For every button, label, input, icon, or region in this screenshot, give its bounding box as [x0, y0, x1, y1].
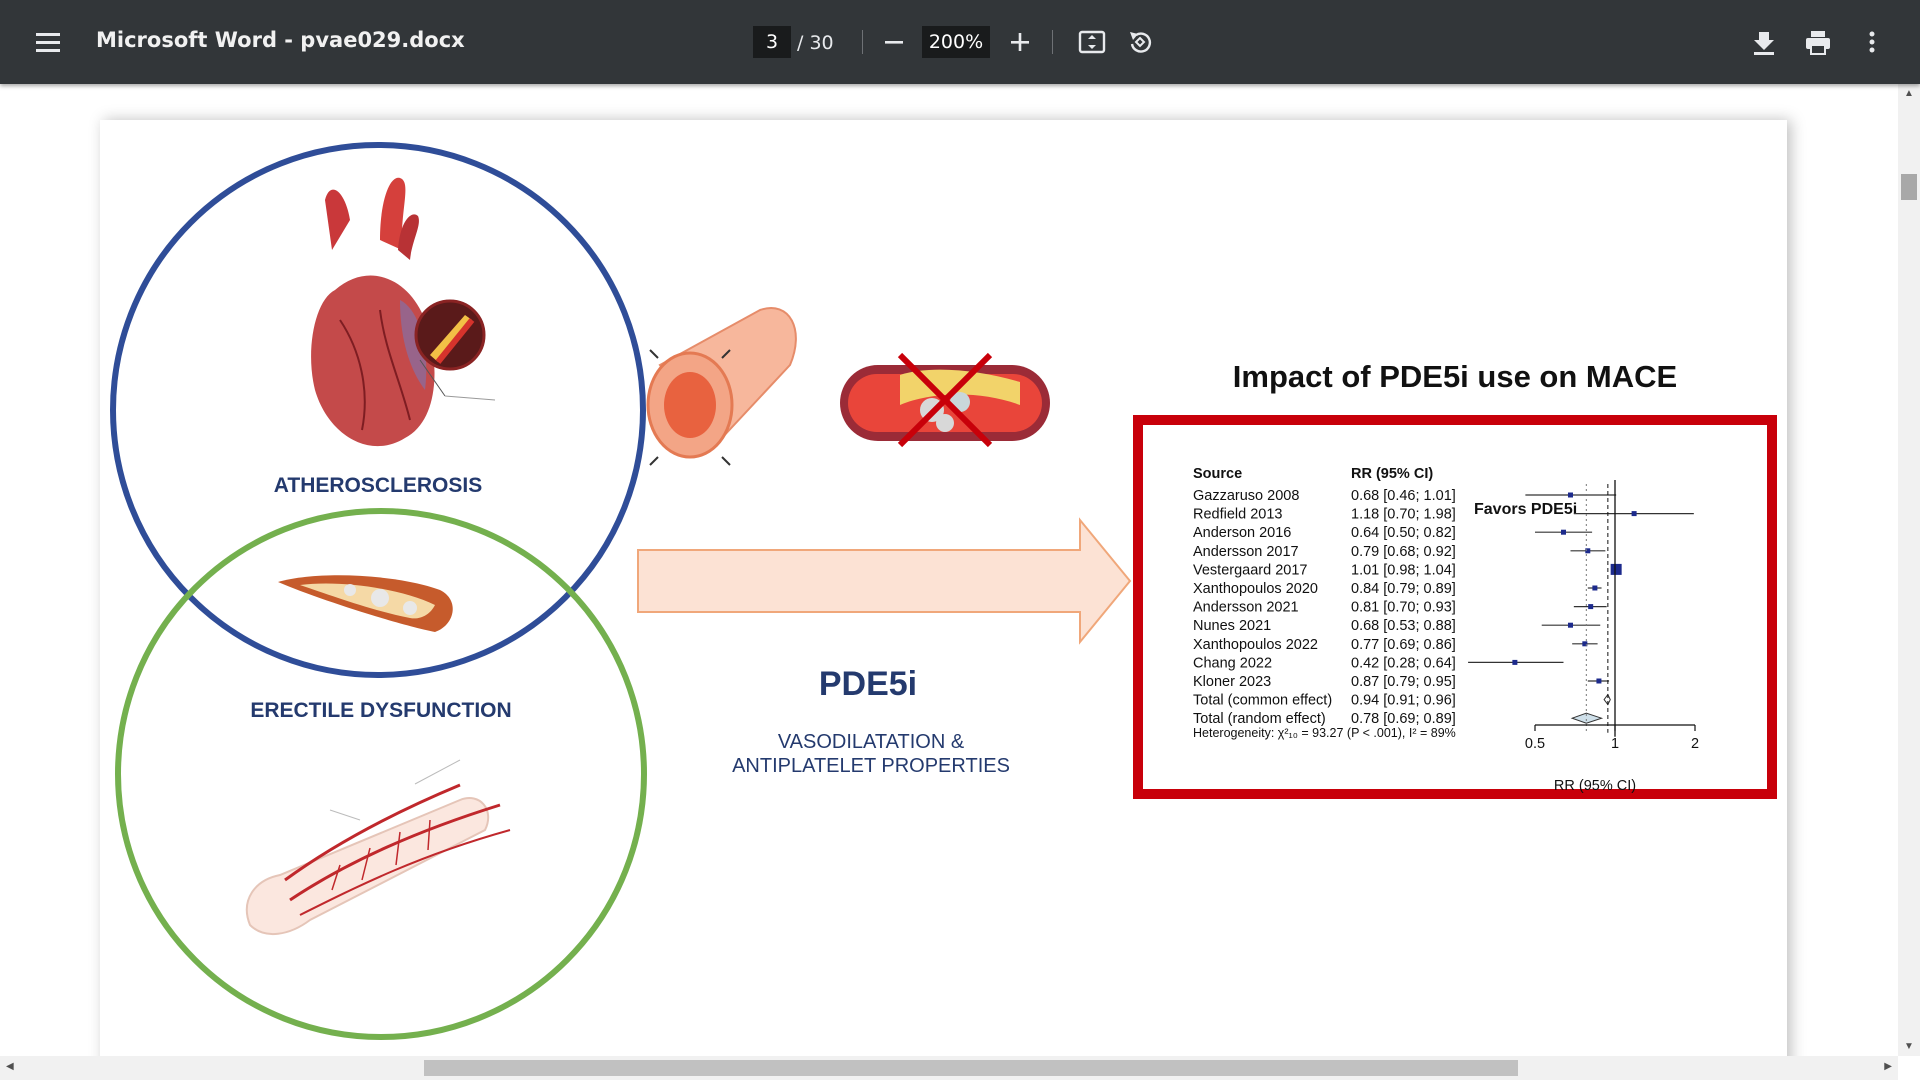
favors-label: Favors PDE5i — [1474, 501, 1577, 518]
forest-header-source: Source — [1193, 466, 1242, 482]
forest-source-label: Total (random effect) — [1193, 711, 1326, 727]
penile-arteries-illustration — [245, 759, 511, 936]
document-page: ATHEROSCLEROSIS ERECTILE DYSFUNCTION PDE… — [100, 120, 1787, 1056]
fit-page-button[interactable] — [1072, 22, 1112, 62]
forest-point — [1512, 659, 1518, 665]
graphical-abstract: ATHEROSCLEROSIS ERECTILE DYSFUNCTION PDE… — [110, 142, 1777, 1040]
forest-source-label: Chang 2022 — [1193, 655, 1272, 671]
more-vertical-icon — [1869, 31, 1875, 53]
document-title: Microsoft Word - pvae029.docx — [96, 28, 465, 52]
forest-rr-label: 0.79 [0.68; 0.92] — [1351, 544, 1456, 560]
forest-source-label: Anderson 2016 — [1193, 525, 1291, 541]
zoom-input[interactable] — [922, 26, 990, 58]
horizontal-scroll-thumb[interactable] — [424, 1060, 1518, 1076]
forest-point — [1560, 529, 1566, 535]
forest-x-tick-label: 2 — [1691, 736, 1699, 752]
vertical-scrollbar[interactable]: ▲ ▼ — [1898, 84, 1920, 1056]
x-axis-label: RR (95% CI) — [1554, 778, 1636, 794]
toolbar-divider — [862, 30, 863, 54]
forest-source-label: Kloner 2023 — [1193, 674, 1271, 690]
forest-point — [1610, 563, 1622, 575]
forest-rr-label: 0.68 [0.46; 1.01] — [1351, 488, 1456, 504]
zoom-in-button[interactable] — [1000, 22, 1040, 62]
rotate-button[interactable] — [1120, 22, 1160, 62]
heterogeneity-text: Heterogeneity: χ²₁₀ = 93.27 (P < .001), … — [1193, 726, 1456, 740]
forest-source-label: Nunes 2021 — [1193, 618, 1271, 634]
forest-source-label: Xanthopoulos 2022 — [1193, 637, 1318, 653]
fit-to-page-icon — [1078, 30, 1106, 54]
hamburger-icon — [36, 33, 60, 52]
forest-source-label: Vestergaard 2017 — [1193, 562, 1307, 578]
forest-point — [1631, 511, 1637, 517]
page-number-input[interactable] — [753, 26, 791, 58]
minus-icon — [885, 41, 903, 44]
forest-source-label: Xanthopoulos 2020 — [1193, 581, 1318, 597]
more-options-button[interactable] — [1852, 22, 1892, 62]
scroll-left-arrow-icon[interactable]: ◀ — [6, 1061, 14, 1072]
download-button[interactable] — [1744, 22, 1784, 62]
forest-source-label: Andersson 2021 — [1193, 600, 1299, 616]
forest-header-rr: RR (95% CI) — [1351, 466, 1433, 482]
forest-rr-label: 1.18 [0.70; 1.98] — [1351, 507, 1456, 523]
page-total: / 30 — [797, 32, 834, 54]
forest-rr-label: 0.78 [0.69; 0.89] — [1351, 711, 1456, 727]
forest-rr-label: 0.81 [0.70; 0.93] — [1351, 600, 1456, 616]
forest-point — [1567, 622, 1573, 628]
forest-point — [1588, 604, 1594, 610]
horizontal-scrollbar[interactable]: ◀ ▶ — [0, 1056, 1898, 1080]
arrow-to-mace — [637, 517, 1132, 645]
forest-rr-label: 0.42 [0.28; 0.64] — [1351, 655, 1456, 671]
toolbar-divider — [1052, 30, 1053, 54]
zoom-out-button[interactable] — [874, 22, 914, 62]
impact-title: Impact of PDE5i use on MACE — [1233, 359, 1677, 394]
scroll-up-arrow-icon[interactable]: ▲ — [1904, 88, 1914, 99]
print-button[interactable] — [1798, 22, 1838, 62]
pde5i-label: PDE5i — [819, 665, 917, 703]
forest-rr-label: 1.01 [0.98; 1.04] — [1351, 562, 1456, 578]
forest-source-label: Andersson 2017 — [1193, 544, 1299, 560]
scroll-right-arrow-icon[interactable]: ▶ — [1884, 1061, 1892, 1072]
pde5i-desc-line1: VASODILATATION & — [778, 731, 965, 753]
scroll-down-arrow-icon[interactable]: ▼ — [1904, 1041, 1914, 1052]
download-icon — [1754, 32, 1774, 55]
forest-point — [1567, 492, 1573, 498]
forest-x-tick-label: 0.5 — [1525, 736, 1545, 752]
forest-point — [1596, 678, 1602, 684]
plus-icon — [1011, 33, 1029, 51]
pde5i-desc-line2: ANTIPLATELET PROPERTIES — [732, 755, 1010, 777]
forest-rr-label: 0.87 [0.79; 0.95] — [1351, 674, 1456, 690]
forest-rr-label: 0.84 [0.79; 0.89] — [1351, 581, 1456, 597]
vertical-scroll-thumb[interactable] — [1901, 174, 1917, 200]
forest-rr-label: 0.77 [0.69; 0.86] — [1351, 637, 1456, 653]
forest-source-label: Total (common effect) — [1193, 693, 1332, 709]
blocked-artery-illustration — [840, 352, 1050, 448]
atherosclerosis-label: ATHEROSCLEROSIS — [274, 474, 482, 497]
menu-button[interactable] — [30, 24, 66, 60]
print-icon — [1806, 31, 1830, 55]
dilated-vessel-illustration — [646, 307, 797, 466]
document-viewer[interactable]: ATHEROSCLEROSIS ERECTILE DYSFUNCTION PDE… — [0, 84, 1898, 1056]
forest-rr-label: 0.64 [0.50; 0.82] — [1351, 525, 1456, 541]
forest-rr-label: 0.68 [0.53; 0.88] — [1351, 618, 1456, 634]
ed-label: ERECTILE DYSFUNCTION — [250, 699, 511, 722]
forest-rr-label: 0.94 [0.91; 0.96] — [1351, 693, 1456, 709]
pdf-toolbar: Microsoft Word - pvae029.docx / 30 — [0, 0, 1920, 84]
forest-source-label: Gazzaruso 2008 — [1193, 488, 1299, 504]
rotate-counterclockwise-icon — [1130, 32, 1152, 53]
forest-x-tick-label: 1 — [1611, 736, 1619, 752]
forest-point — [1592, 585, 1598, 591]
forest-source-label: Redfield 2013 — [1193, 507, 1283, 523]
heart-illustration — [311, 177, 496, 447]
plaque-artery-illustration — [278, 575, 453, 632]
